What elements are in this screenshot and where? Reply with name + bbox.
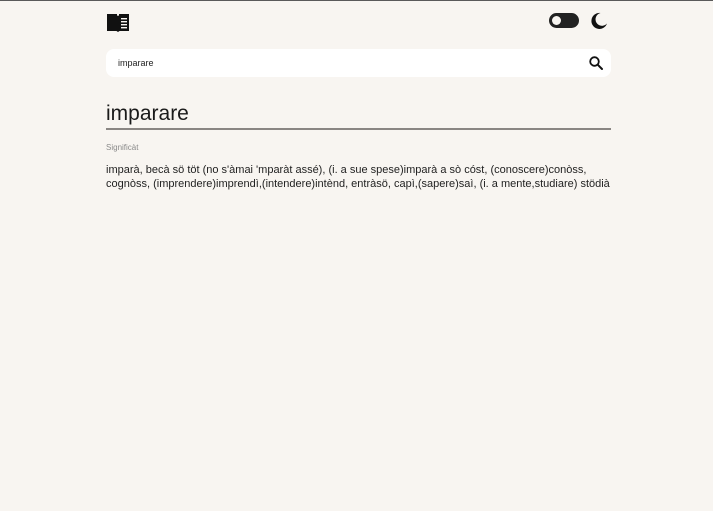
moon-icon[interactable] (589, 11, 609, 31)
divider (106, 128, 611, 130)
top-border (0, 0, 713, 1)
meaning-text: imparà, becà sö töt (no s'àmai 'mparàt a… (106, 164, 610, 190)
theme-toggle[interactable] (549, 13, 579, 28)
entry-word: imparare (106, 102, 189, 125)
search-bar (106, 49, 611, 77)
section-label: Significàt (106, 143, 139, 152)
search-input[interactable] (118, 55, 578, 71)
header (106, 11, 611, 33)
toggle-knob (552, 16, 561, 25)
search-icon[interactable] (588, 55, 604, 71)
book-open-icon[interactable] (106, 12, 130, 32)
